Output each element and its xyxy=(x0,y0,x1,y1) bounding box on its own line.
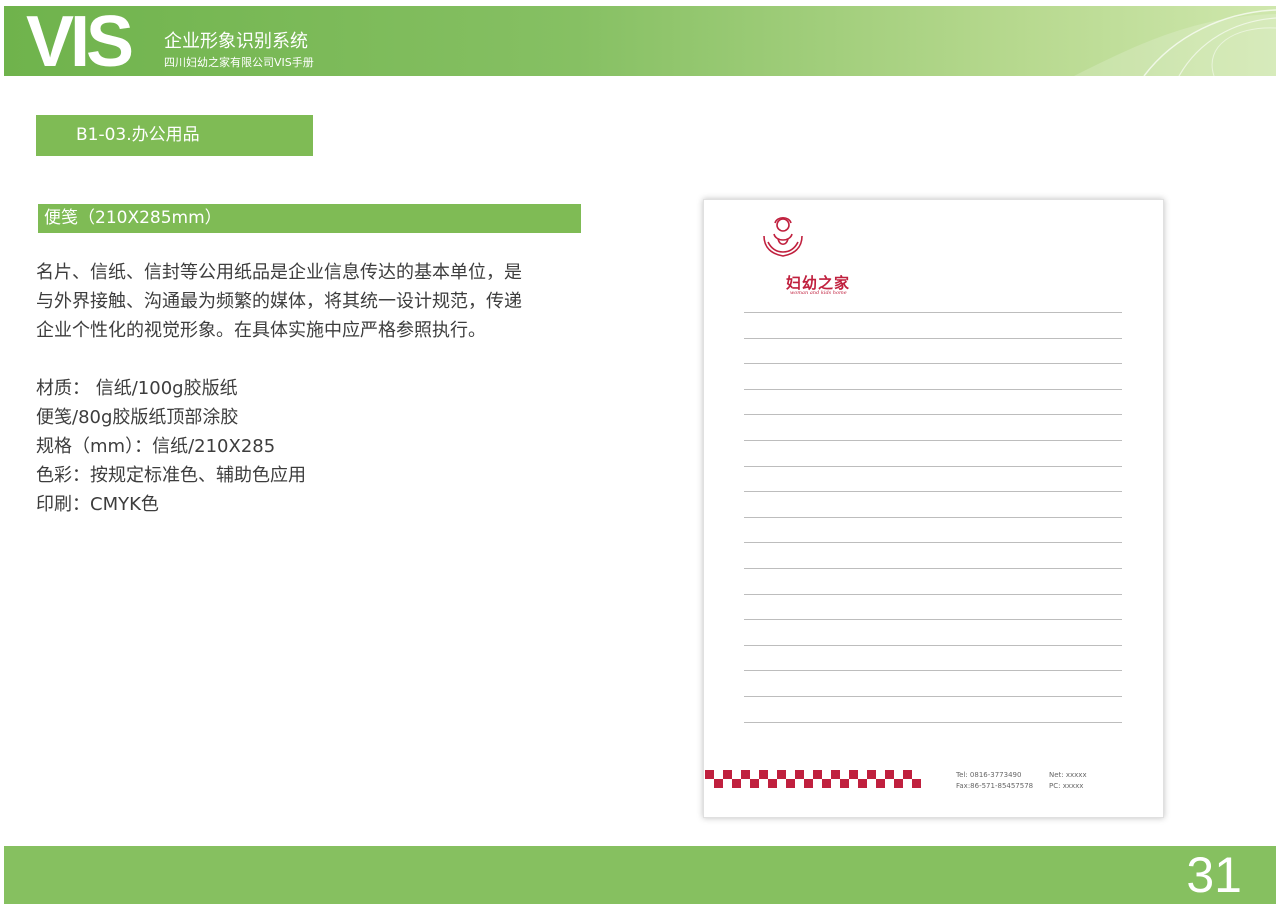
spec-notepad: 便笺/80g胶版纸顶部涂胶 xyxy=(36,407,239,428)
writing-line xyxy=(744,670,1122,672)
page-number: 31 xyxy=(1186,847,1242,903)
writing-line xyxy=(744,440,1122,441)
contact-net: Net: xxxxx xyxy=(1049,771,1087,779)
writing-line xyxy=(744,414,1122,416)
vis-logo: VIS xyxy=(26,6,134,76)
checker-square xyxy=(840,779,849,788)
writing-line xyxy=(744,696,1122,697)
letter-paper-mockup: 妇幼之家 woman and kids home Tel: 0816-37734… xyxy=(703,199,1164,818)
writing-line xyxy=(744,465,1122,467)
section-label: B1-03.办公用品 xyxy=(36,115,313,156)
contact-phone-fax: Tel: 0816-3773490 Fax:86-571-85457578 xyxy=(956,770,1033,792)
writing-line xyxy=(744,516,1122,518)
writing-line xyxy=(744,644,1122,646)
contact-net-pc: Net: xxxxx PC: xxxxx xyxy=(1049,770,1087,792)
writing-line xyxy=(744,388,1122,390)
spec-list: 材质： 信纸/100g胶版纸 便笺/80g胶版纸顶部涂胶 规格（mm）：信纸/2… xyxy=(36,374,306,519)
checker-pattern-icon xyxy=(705,770,921,788)
spec-color: 色彩：按规定标准色、辅助色应用 xyxy=(36,465,306,486)
writing-line xyxy=(744,721,1122,723)
contact-tel: Tel: 0816-3773490 xyxy=(956,771,1022,779)
checker-square xyxy=(867,770,876,779)
checker-square xyxy=(795,770,804,779)
checker-square xyxy=(876,779,885,788)
contact-fax: Fax:86-571-85457578 xyxy=(956,782,1034,790)
checker-square xyxy=(750,779,759,788)
brand-logo-icon xyxy=(763,216,803,257)
checker-square xyxy=(768,779,777,788)
writing-line xyxy=(744,337,1122,339)
footer-banner: 31 xyxy=(4,846,1276,904)
writing-line xyxy=(744,491,1122,493)
spec-size: 规格（mm）：信纸/210X285 xyxy=(36,436,276,457)
writing-line xyxy=(744,593,1122,595)
checker-square xyxy=(714,779,723,788)
spec-printing: 印刷：CMYK色 xyxy=(36,494,159,515)
checker-square xyxy=(858,779,867,788)
checker-square xyxy=(822,779,831,788)
checker-square xyxy=(786,779,795,788)
checker-square xyxy=(804,779,813,788)
writing-line xyxy=(744,542,1122,544)
header-subtitle: 四川妇幼之家有限公司VIS手册 xyxy=(164,56,314,69)
checker-square xyxy=(723,770,732,779)
checker-square xyxy=(813,770,822,779)
spec-material: 材质： 信纸/100g胶版纸 xyxy=(36,378,238,399)
checker-square xyxy=(849,770,858,779)
header-banner: VIS 企业形象识别系统 四川妇幼之家有限公司VIS手册 xyxy=(4,6,1276,76)
checker-square xyxy=(885,770,894,779)
header-title: 企业形象识别系统 xyxy=(164,31,308,52)
item-title-bar: 便笺（210X285mm） xyxy=(38,204,581,233)
description-line: 名片、信纸、信封等公用纸品是企业信息传达的基本单位，是 xyxy=(36,262,522,283)
checker-square xyxy=(705,770,714,779)
writing-line xyxy=(744,568,1122,569)
writing-line xyxy=(744,363,1122,365)
contact-pc: PC: xxxxx xyxy=(1049,782,1084,790)
brand-logo: 妇幼之家 woman and kids home xyxy=(744,212,849,296)
checker-square xyxy=(831,770,840,779)
writing-line xyxy=(744,312,1122,313)
checker-square xyxy=(741,770,750,779)
writing-line xyxy=(744,619,1122,621)
checker-square xyxy=(912,779,921,788)
checker-square xyxy=(732,779,741,788)
description-line: 企业个性化的视觉形象。在具体实施中应严格参照执行。 xyxy=(36,320,486,341)
checker-square xyxy=(903,770,912,779)
checker-square xyxy=(894,779,903,788)
brand-slogan: woman and kids home xyxy=(790,290,847,296)
checker-square xyxy=(777,770,786,779)
description-line: 与外界接触、沟通最为频繁的媒体，将其统一设计规范，传递 xyxy=(36,291,522,312)
description-text: 名片、信纸、信封等公用纸品是企业信息传达的基本单位，是 与外界接触、沟通最为频繁… xyxy=(36,258,596,345)
checker-square xyxy=(759,770,768,779)
